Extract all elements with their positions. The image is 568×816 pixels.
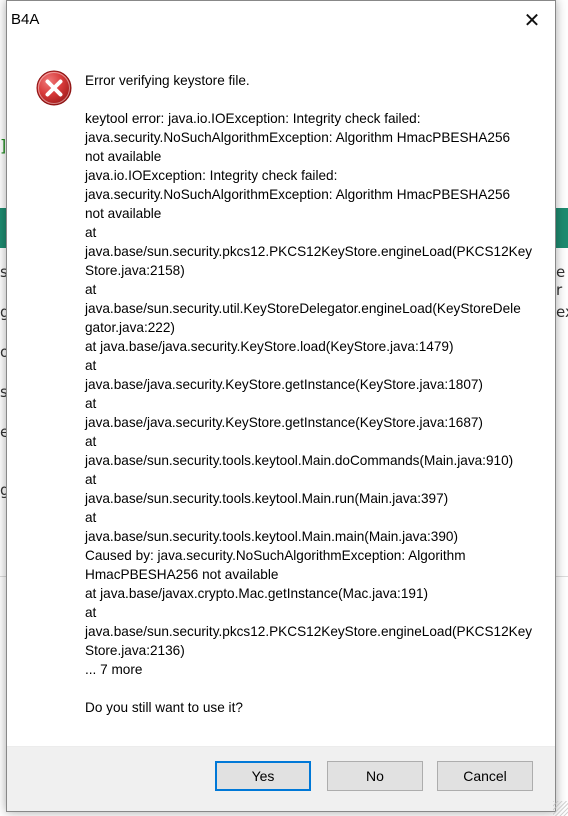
- background-fragment-7: e r: [556, 263, 566, 299]
- error-icon: [35, 69, 73, 107]
- message-area: Error verifying keystore file. keytool e…: [85, 71, 540, 717]
- cancel-button[interactable]: Cancel: [437, 761, 533, 791]
- background-fragment-8: ex: [556, 303, 568, 321]
- close-icon: ✕: [523, 8, 541, 32]
- yes-button[interactable]: Yes: [215, 761, 311, 791]
- stack-trace-text: keytool error: java.io.IOException: Inte…: [85, 111, 533, 677]
- dialog-title: B4A: [11, 11, 40, 28]
- confirmation-question: Do you still want to use it?: [85, 700, 243, 715]
- dialog-footer: Yes No Cancel: [7, 746, 555, 811]
- resize-grip[interactable]: [553, 801, 568, 816]
- no-button[interactable]: No: [327, 761, 423, 791]
- close-button[interactable]: ✕: [509, 1, 555, 39]
- dialog-titlebar[interactable]: B4A ✕: [7, 1, 555, 39]
- error-dialog: B4A ✕ Error verifying keystore file. key…: [6, 0, 556, 812]
- error-heading: Error verifying keystore file.: [85, 73, 250, 88]
